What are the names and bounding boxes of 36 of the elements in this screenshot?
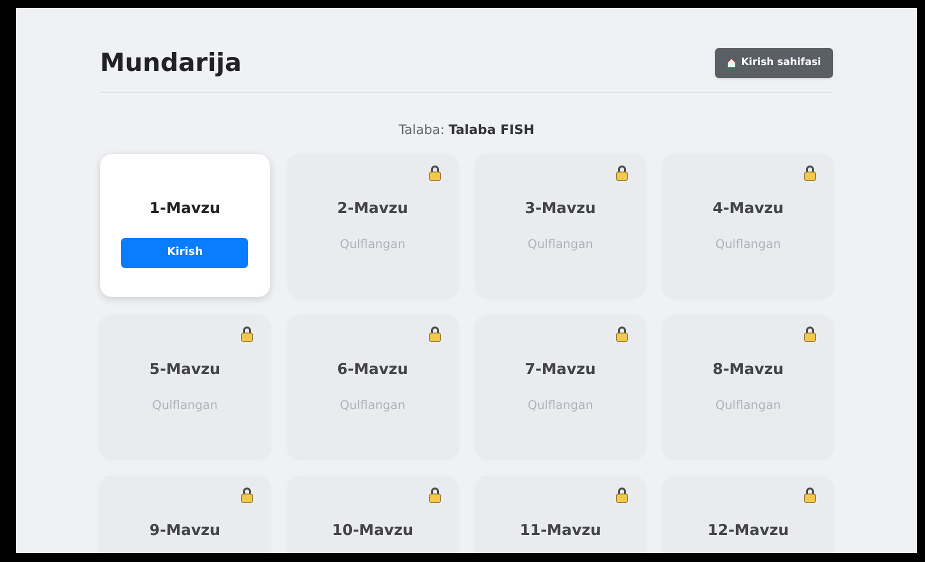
padlock-icon	[428, 487, 440, 503]
locked-status: Qulflangan	[152, 396, 218, 414]
topic-title: 6-Mavzu	[337, 359, 408, 380]
padlock-icon	[616, 326, 628, 342]
padlock-icon	[240, 487, 253, 503]
topic-title: 8-Mavzu	[712, 359, 784, 380]
locked-status: Qulflangan	[528, 396, 594, 414]
topic-title: 10-Mavzu	[332, 520, 414, 541]
topic-title: 12-Mavzu	[707, 520, 789, 541]
topic-title: 1-Mavzu	[149, 198, 220, 219]
student-label: Talaba:	[398, 122, 445, 140]
padlock-icon	[804, 326, 816, 342]
topic-title: 9-Mavzu	[149, 520, 220, 541]
topic-title: 3-Mavzu	[524, 198, 596, 219]
locked-status: Qulflangan	[340, 396, 406, 414]
padlock-icon	[616, 487, 628, 503]
student-name: Talaba FISH	[448, 122, 534, 140]
padlock-icon	[804, 165, 816, 181]
locked-status: Qulflangan	[715, 396, 781, 414]
locked-status: Qulflangan	[528, 236, 594, 252]
padlock-icon	[804, 487, 816, 503]
enter-button[interactable]: Kirish	[121, 238, 248, 268]
topic-title: 11-Mavzu	[520, 520, 602, 541]
padlock-icon	[616, 165, 628, 181]
page-title: Mundarija	[100, 47, 242, 79]
locked-status: Qulflangan	[340, 236, 406, 252]
locked-status: Qulflangan	[715, 236, 781, 252]
padlock-icon	[428, 165, 440, 181]
topic-title: 4-Mavzu	[712, 198, 784, 219]
padlock-icon	[428, 326, 440, 342]
topic-title: 2-Mavzu	[337, 198, 408, 219]
topic-title: 7-Mavzu	[524, 359, 596, 380]
topic-title: 5-Mavzu	[149, 359, 220, 380]
house-icon	[727, 58, 736, 68]
padlock-icon	[240, 326, 253, 342]
home-button[interactable]: Kirish sahifasi	[715, 48, 833, 78]
